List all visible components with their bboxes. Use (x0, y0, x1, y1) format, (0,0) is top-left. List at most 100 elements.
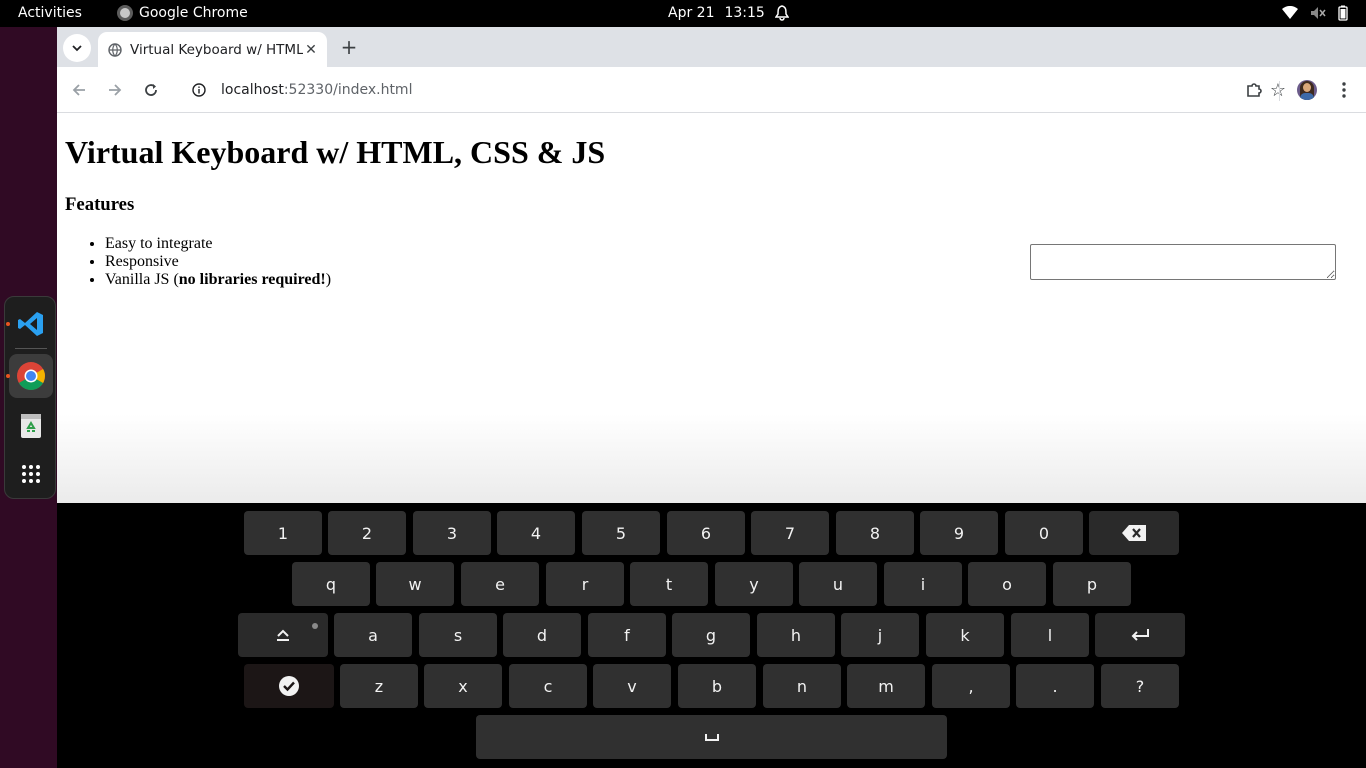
key[interactable]: 6 (667, 511, 745, 555)
key[interactable]: j (841, 613, 919, 657)
key[interactable]: , (932, 664, 1010, 708)
list-item: Vanilla JS (no libraries required!) (105, 271, 331, 289)
key[interactable]: . (1016, 664, 1094, 708)
url-host: localhost (221, 82, 284, 98)
key[interactable]: z (340, 664, 418, 708)
app-grid-icon (22, 465, 40, 483)
key[interactable]: w (376, 562, 454, 606)
key[interactable]: c (509, 664, 587, 708)
reload-icon (145, 84, 157, 96)
key[interactable]: 7 (751, 511, 829, 555)
tab-active[interactable]: Virtual Keyboard w/ HTML, CSS & JS ✕ (98, 32, 327, 67)
menu-button[interactable] (1330, 76, 1358, 104)
site-info-icon[interactable] (192, 83, 206, 97)
browser-toolbar: localhost:52330/index.html ☆ (57, 67, 1366, 113)
extensions-button[interactable] (1240, 76, 1268, 104)
chrome-window: Virtual Keyboard w/ HTML, CSS & JS ✕ + l… (57, 27, 1366, 768)
key[interactable]: t (630, 562, 708, 606)
clock-time: 13:15 (724, 5, 765, 21)
enter-key[interactable] (1095, 613, 1185, 657)
key[interactable]: 5 (582, 511, 660, 555)
key[interactable]: n (763, 664, 841, 708)
key[interactable]: p (1053, 562, 1131, 606)
caps-lock-key[interactable] (238, 613, 328, 657)
keyboard-textarea[interactable] (1030, 244, 1336, 280)
features-list: Easy to integrate Responsive Vanilla JS … (105, 235, 331, 289)
key[interactable]: i (884, 562, 962, 606)
chrome-app-icon (117, 5, 133, 21)
key[interactable]: d (503, 613, 581, 657)
chevron-down-icon (72, 45, 82, 52)
key[interactable]: y (715, 562, 793, 606)
key[interactable]: 4 (497, 511, 575, 555)
key[interactable]: ? (1101, 664, 1179, 708)
caps-lock-icon (277, 629, 289, 641)
key[interactable]: h (757, 613, 835, 657)
url-text: localhost:52330/index.html (221, 82, 412, 98)
app-menu-label: Google Chrome (139, 5, 248, 21)
activities-button[interactable]: Activities (18, 5, 82, 21)
key[interactable]: o (968, 562, 1046, 606)
kebab-menu-icon (1342, 82, 1346, 98)
battery-icon (1338, 5, 1348, 21)
key[interactable]: a (334, 613, 412, 657)
bookmark-star-icon[interactable]: ☆ (1270, 80, 1286, 101)
key[interactable]: b (678, 664, 756, 708)
key[interactable]: r (546, 562, 624, 606)
space-icon (704, 734, 719, 741)
virtual-keyboard: 1 2 3 4 5 6 7 8 9 0 q w e r t y u i o p … (57, 503, 1366, 768)
key[interactable]: f (588, 613, 666, 657)
reload-button[interactable] (137, 76, 165, 104)
key[interactable]: q (292, 562, 370, 606)
backspace-key[interactable] (1089, 511, 1179, 555)
dock-item-show-apps[interactable] (9, 452, 53, 496)
forward-button[interactable] (101, 76, 129, 104)
key[interactable]: e (461, 562, 539, 606)
key[interactable]: 8 (836, 511, 914, 555)
enter-icon (1131, 629, 1149, 641)
list-item-end: ) (325, 271, 332, 288)
tab-title: Virtual Keyboard w/ HTML, CSS & JS (130, 41, 303, 58)
system-tray[interactable] (1282, 5, 1348, 21)
puzzle-icon (1247, 83, 1262, 97)
tab-close-icon[interactable]: ✕ (303, 42, 319, 58)
key[interactable]: l (1011, 613, 1089, 657)
volume-muted-icon (1311, 7, 1326, 19)
top-bar: Activities Google Chrome Apr 21 13:15 (0, 0, 1366, 27)
dock-item-chrome[interactable] (6, 354, 53, 398)
running-indicator (6, 322, 10, 326)
list-item: Easy to integrate (105, 235, 331, 253)
arrow-right-icon (109, 84, 122, 96)
key[interactable]: s (419, 613, 497, 657)
key[interactable]: k (926, 613, 1004, 657)
dock-item-vscode[interactable] (6, 302, 53, 346)
clock[interactable]: Apr 21 13:15 (668, 5, 789, 21)
key[interactable]: x (424, 664, 502, 708)
running-indicator (6, 374, 10, 378)
dock-separator (15, 348, 47, 349)
key[interactable]: 0 (1005, 511, 1083, 555)
key[interactable]: m (847, 664, 925, 708)
key[interactable]: 3 (413, 511, 491, 555)
globe-icon (108, 42, 122, 57)
wifi-icon (1282, 6, 1298, 19)
url-path: :52330/index.html (283, 82, 413, 98)
key[interactable]: 1 (244, 511, 322, 555)
key[interactable]: g (672, 613, 750, 657)
dock-item-trash[interactable] (9, 404, 53, 448)
profile-avatar[interactable] (1297, 80, 1317, 100)
back-button[interactable] (65, 76, 93, 104)
space-key[interactable] (476, 715, 947, 759)
new-tab-button[interactable]: + (337, 35, 361, 59)
key[interactable]: 2 (328, 511, 406, 555)
list-item-text: Vanilla JS ( (105, 271, 179, 288)
key[interactable]: v (593, 664, 671, 708)
tab-search-button[interactable] (63, 34, 91, 62)
key[interactable]: u (799, 562, 877, 606)
address-bar[interactable]: localhost:52330/index.html ☆ (178, 73, 1294, 107)
tab-strip: Virtual Keyboard w/ HTML, CSS & JS ✕ + (57, 27, 1366, 67)
done-key[interactable] (244, 664, 334, 708)
app-menu[interactable]: Google Chrome (117, 5, 248, 21)
vscode-icon (18, 312, 43, 336)
key[interactable]: 9 (920, 511, 998, 555)
